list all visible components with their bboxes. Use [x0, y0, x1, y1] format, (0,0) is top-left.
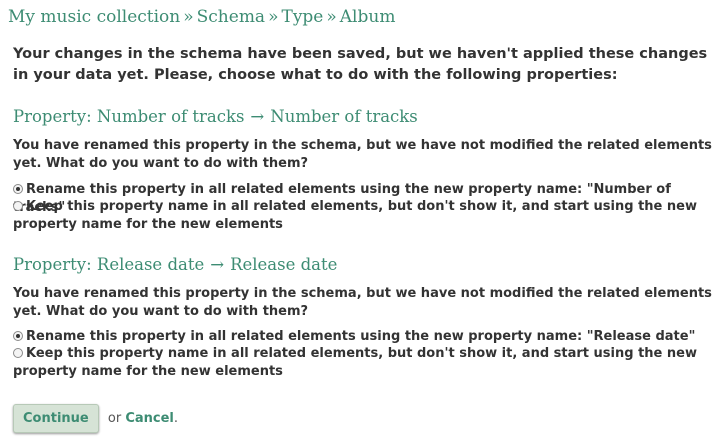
breadcrumb-separator: »	[326, 7, 337, 27]
breadcrumb: My music collection» Schema» Type» Album	[8, 7, 395, 27]
option-label: Keep this property name in all related e…	[13, 199, 697, 232]
cancel-link[interactable]: Cancel	[125, 411, 174, 426]
breadcrumb-item-type[interactable]: Type	[281, 7, 323, 27]
option-keep-number-of-tracks[interactable]: Keep this property name in all related e…	[13, 198, 713, 234]
form-actions: Continue or Cancel.	[13, 404, 178, 433]
or-text: or	[107, 411, 122, 426]
option-label: Keep this property name in all related e…	[13, 346, 697, 379]
breadcrumb-item-collection[interactable]: My music collection	[8, 7, 180, 27]
breadcrumb-separator: »	[268, 7, 279, 27]
option-label: Rename this property in all related elem…	[26, 329, 696, 344]
property-old-name: Property: Number of tracks	[13, 107, 245, 126]
period-text: .	[173, 411, 179, 426]
option-rename-release-date[interactable]: Rename this property in all related elem…	[13, 328, 713, 346]
continue-button[interactable]: Continue	[13, 404, 99, 433]
breadcrumb-separator: »	[183, 7, 194, 27]
radio-rename[interactable]	[13, 331, 23, 341]
radio-rename[interactable]	[13, 184, 23, 194]
property-description: You have renamed this property in the sc…	[13, 138, 712, 171]
arrow-icon: →	[210, 255, 225, 274]
radio-keep[interactable]	[13, 201, 23, 211]
property-heading-release-date: Property: Release date → Release date	[13, 255, 337, 274]
breadcrumb-item-album[interactable]: Album	[340, 7, 396, 27]
property-old-name: Property: Release date	[13, 255, 205, 274]
intro-message: Your changes in the schema have been sav…	[13, 46, 708, 83]
property-description: You have renamed this property in the sc…	[13, 286, 712, 319]
property-new-name: Release date	[230, 255, 338, 274]
arrow-icon: →	[250, 107, 265, 126]
property-new-name: Number of tracks	[270, 107, 418, 126]
option-keep-release-date[interactable]: Keep this property name in all related e…	[13, 345, 713, 381]
breadcrumb-item-schema[interactable]: Schema	[197, 7, 265, 27]
property-heading-number-of-tracks: Property: Number of tracks → Number of tra…	[13, 107, 418, 126]
radio-keep[interactable]	[13, 348, 23, 358]
